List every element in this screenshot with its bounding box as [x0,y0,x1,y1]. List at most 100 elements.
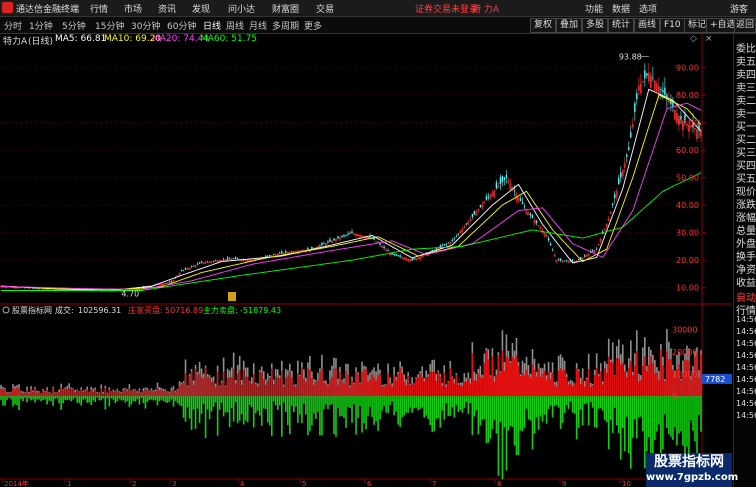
candle-body [311,246,313,250]
dealer-buy-bar [591,385,594,397]
period-monthly[interactable]: 月线 [249,19,267,32]
dealer-buy-bar [473,380,476,397]
multi-stock-button[interactable]: 多股 [582,18,609,33]
main-sell-bar [668,396,670,435]
main-sell-bar [632,396,634,438]
dealer-buy-bar [30,388,32,397]
price-tick-label: 80.00 [676,91,699,100]
indicator-name: 股票指标网 [12,305,52,315]
period-tick[interactable]: 分时 [4,19,22,32]
dealer-buy-bar [577,371,580,397]
back-button[interactable]: 返回 [734,18,756,33]
kline-chart[interactable]: 90.00 80.00 70.00 60.00 50.00 40.00 30.00 20.00… [0,34,732,487]
guest-button[interactable]: 游客 [730,2,748,15]
options-button[interactable]: 选项 [639,2,657,15]
dealer-buy-bar [44,392,46,397]
main-sell-bar [383,396,385,407]
period-15min[interactable]: 15分钟 [95,19,124,32]
dealer-buy-bar [100,388,103,397]
period-multi[interactable]: 多周期 [272,19,299,32]
turnover-label: 成交: [55,305,74,315]
dealer-buy-bar [132,390,135,397]
main-sell-bar [619,396,622,460]
period-30min[interactable]: 30分钟 [131,19,160,32]
dealer-buy-bar [545,379,548,397]
main-sell-bar [289,396,291,435]
dealer-buy-bar [549,378,552,397]
dealer-buy-bar [194,368,197,397]
main-sell-bar [603,396,606,421]
dealer-buy-bar [108,389,111,397]
site-watermark: 股票指标网 www.7gpzb.com [646,453,738,487]
main-sell-bar [154,396,157,401]
main-sell-bar [563,396,566,413]
dealer-buy-bar [381,386,383,397]
menu-market[interactable]: 市场 [124,2,142,15]
candle-body [234,257,237,260]
main-sell-bar [281,396,283,437]
candle-body [457,233,460,235]
dealer-buy-bar [289,371,291,397]
dealer-buy-bar [46,389,48,397]
overlay-button[interactable]: 叠加 [556,18,583,33]
main-sell-bar [439,396,442,428]
main-sell-bar [218,396,221,410]
dealer-buy-bar [389,383,391,397]
draw-line-button[interactable]: 画线 [634,18,661,33]
main-sell-bar [625,396,628,417]
high-price-marker: 93.88 [619,53,642,62]
f10-button[interactable]: F10 [660,18,685,33]
main-sell-bar [311,396,313,426]
dealer-buy-bar [4,389,6,397]
period-daily[interactable]: 日线 [203,19,221,32]
dealer-buy-bar [134,389,137,397]
main-sell-bar [551,396,554,418]
period-weekly[interactable]: 周线 [226,19,244,32]
period-60min[interactable]: 60分钟 [167,19,196,32]
candle-body [495,182,498,189]
main-sell-bar [545,396,548,424]
main-sell-bar [8,396,10,398]
main-sell-bar [421,396,424,408]
candle-body [375,241,378,243]
main-sell-bar [519,396,522,431]
main-sell-bar [112,396,115,400]
period-1min[interactable]: 1分钟 [29,19,53,32]
period-5min[interactable]: 5分钟 [62,19,86,32]
dealer-buy-bar [218,386,221,397]
main-sell-bar [264,396,267,409]
dealer-buy-bar [120,392,123,397]
main-sell-bar [299,396,301,415]
main-sell-bar [86,396,89,403]
main-sell-bar [676,396,678,446]
menu-ask[interactable]: 问小达 [228,2,255,15]
dealer-buy-bar [359,383,361,397]
main-sell-bar [493,396,496,421]
main-sell-bar [236,396,239,424]
dealer-buy-bar [479,376,482,397]
login-warning[interactable]: 证券交易未登录 [415,2,478,15]
data-button[interactable]: 数据 [612,2,630,15]
main-sell-bar [176,396,179,404]
dealer-buy-bar [40,393,42,397]
main-sell-bar [188,396,191,419]
candle-body [441,245,443,247]
main-sell-bar [611,396,614,433]
main-sell-bar [44,396,46,400]
menu-wealth[interactable]: 财富圈 [272,2,299,15]
dealer-buy-bar [301,367,303,397]
dealer-buy-bar [58,391,60,397]
function-button[interactable]: 功能 [585,2,603,15]
menu-quotes[interactable]: 行情 [90,2,108,15]
period-more[interactable]: 更多 [304,19,322,32]
menu-trade[interactable]: 交易 [316,2,334,15]
candle-body [479,205,482,207]
adjust-button[interactable]: 复权 [530,18,557,33]
menu-discover[interactable]: 发现 [192,2,210,15]
stats-button[interactable]: 统计 [608,18,635,33]
menu-news[interactable]: 资讯 [158,2,176,15]
main-sell-bar [343,396,345,418]
dealer-buy-bar [214,387,217,397]
dealer-buy-bar [435,380,438,397]
dealer-buy-bar [573,384,576,397]
